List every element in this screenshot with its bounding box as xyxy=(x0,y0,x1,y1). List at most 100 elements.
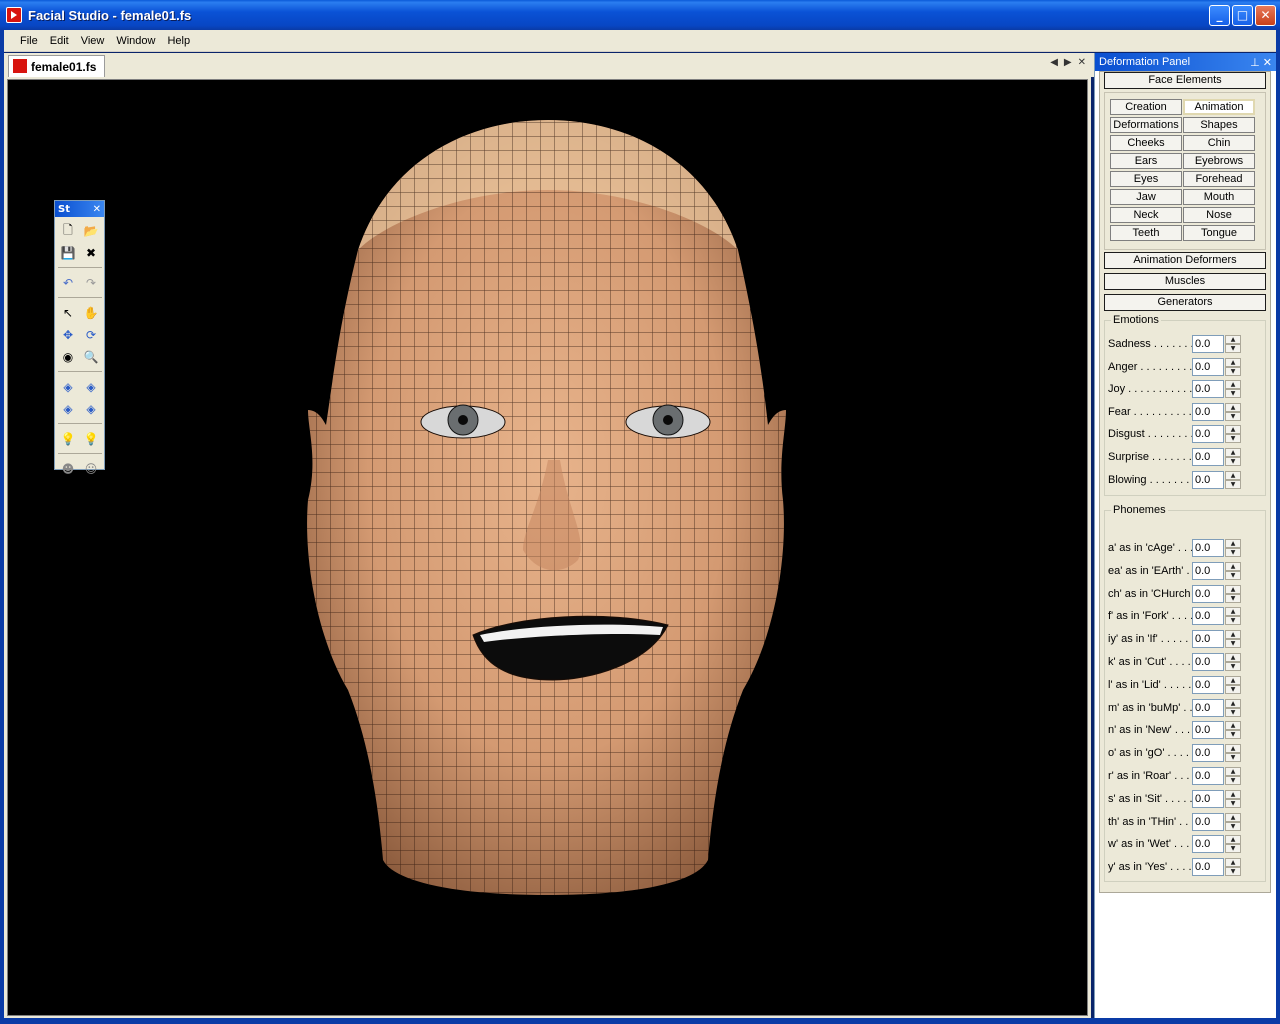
deformations-button[interactable]: Deformations xyxy=(1110,117,1182,133)
spinner[interactable]: ▲ ▼ xyxy=(1225,402,1241,421)
menu-window[interactable]: Window xyxy=(110,35,161,47)
spinner[interactable]: ▲ ▼ xyxy=(1225,653,1241,671)
spinner[interactable]: ▲ ▼ xyxy=(1225,448,1241,466)
head-icon[interactable]: ☻ xyxy=(58,459,78,479)
spinner[interactable]: ▲ ▼ xyxy=(1225,357,1241,376)
spin-down-icon[interactable]: ▼ xyxy=(1225,616,1241,626)
select-arrow-icon[interactable]: ↖ xyxy=(58,303,78,323)
value-field[interactable]: 0.0 xyxy=(1192,653,1224,671)
spin-up-icon[interactable]: ▲ xyxy=(1225,402,1241,412)
spin-down-icon[interactable]: ▼ xyxy=(1225,707,1241,717)
value-field[interactable]: 0.0 xyxy=(1192,675,1224,694)
spinner[interactable]: ▲ ▼ xyxy=(1225,425,1241,444)
jaw-button[interactable]: Jaw xyxy=(1110,189,1182,205)
spinner[interactable]: ▲ ▼ xyxy=(1225,561,1241,580)
spinner[interactable]: ▲ ▼ xyxy=(1225,812,1241,831)
minimize-button[interactable]: _ xyxy=(1209,5,1230,26)
light-alt-icon[interactable]: 💡 xyxy=(81,429,101,449)
view-top-icon[interactable]: ◈ xyxy=(58,399,78,419)
animation-button[interactable]: Animation xyxy=(1183,99,1255,115)
tongue-button[interactable]: Tongue xyxy=(1183,225,1255,241)
chin-button[interactable]: Chin xyxy=(1183,135,1255,151)
spin-up-icon[interactable]: ▲ xyxy=(1225,698,1241,708)
spin-up-icon[interactable]: ▲ xyxy=(1225,607,1241,617)
spin-up-icon[interactable]: ▲ xyxy=(1225,789,1241,799)
menu-file[interactable]: File xyxy=(14,35,44,47)
spin-up-icon[interactable]: ▲ xyxy=(1225,335,1241,344)
value-field[interactable]: 0.0 xyxy=(1192,425,1224,444)
ears-button[interactable]: Ears xyxy=(1110,153,1182,169)
value-field[interactable]: 0.0 xyxy=(1192,470,1224,489)
menu-edit[interactable]: Edit xyxy=(44,35,75,47)
spin-up-icon[interactable]: ▲ xyxy=(1225,812,1241,822)
spinner[interactable]: ▲ ▼ xyxy=(1225,539,1241,557)
value-field[interactable]: 0.0 xyxy=(1192,539,1224,557)
shapes-button[interactable]: Shapes xyxy=(1183,117,1255,133)
panel-titlebar[interactable]: Deformation Panel ⊥ ✕ xyxy=(1095,53,1276,71)
spin-up-icon[interactable]: ▲ xyxy=(1225,767,1241,776)
face-icon[interactable]: ☺ xyxy=(81,459,101,479)
view-front-icon[interactable]: ◈ xyxy=(58,377,78,397)
spin-up-icon[interactable]: ▲ xyxy=(1225,675,1241,685)
value-field[interactable]: 0.0 xyxy=(1192,448,1224,466)
spinner[interactable]: ▲ ▼ xyxy=(1225,630,1241,649)
spin-up-icon[interactable]: ▲ xyxy=(1225,744,1241,754)
spinner[interactable]: ▲ ▼ xyxy=(1225,607,1241,626)
spinner[interactable]: ▲ ▼ xyxy=(1225,584,1241,603)
value-field[interactable]: 0.0 xyxy=(1192,698,1224,717)
mouth-button[interactable]: Mouth xyxy=(1183,189,1255,205)
value-field[interactable]: 0.0 xyxy=(1192,630,1224,649)
spinner[interactable]: ▲ ▼ xyxy=(1225,767,1241,785)
spinner[interactable]: ▲ ▼ xyxy=(1225,335,1241,353)
spin-up-icon[interactable]: ▲ xyxy=(1225,630,1241,640)
tab-next-icon[interactable]: ▶ xyxy=(1064,57,1072,68)
value-field[interactable]: 0.0 xyxy=(1192,789,1224,808)
spin-up-icon[interactable]: ▲ xyxy=(1225,539,1241,548)
forehead-button[interactable]: Forehead xyxy=(1183,171,1255,187)
spin-up-icon[interactable]: ▲ xyxy=(1225,380,1241,390)
muscles-button[interactable]: Muscles xyxy=(1104,273,1266,290)
save-icon[interactable]: 💾 xyxy=(58,243,78,263)
undo-icon[interactable]: ↶ xyxy=(58,273,78,293)
spin-down-icon[interactable]: ▼ xyxy=(1225,570,1241,580)
app-logo-icon[interactable] xyxy=(6,7,22,23)
spinner[interactable]: ▲ ▼ xyxy=(1225,858,1241,877)
floating-toolbar[interactable]: St ✕ 🗋 📂 💾 ✖ ↶ ↷ ↖ ✋ ✥ ⟳ ◉ 🔍 ◈ ◈ ◈ ◈ 💡 💡… xyxy=(54,200,105,476)
spin-up-icon[interactable]: ▲ xyxy=(1225,584,1241,594)
spin-down-icon[interactable]: ▼ xyxy=(1225,434,1241,444)
value-field[interactable]: 0.0 xyxy=(1192,584,1224,603)
eyebrows-button[interactable]: Eyebrows xyxy=(1183,153,1255,169)
close-file-icon[interactable]: ✖ xyxy=(81,243,101,263)
spin-down-icon[interactable]: ▼ xyxy=(1225,776,1241,785)
value-field[interactable]: 0.0 xyxy=(1192,744,1224,763)
spinner[interactable]: ▲ ▼ xyxy=(1225,470,1241,489)
spin-down-icon[interactable]: ▼ xyxy=(1225,548,1241,557)
spinner[interactable]: ▲ ▼ xyxy=(1225,380,1241,399)
spin-up-icon[interactable]: ▲ xyxy=(1225,561,1241,571)
value-field[interactable]: 0.0 xyxy=(1192,607,1224,626)
document-tab[interactable]: female01.fs xyxy=(8,55,106,77)
floating-toolbar-titlebar[interactable]: St ✕ xyxy=(55,201,104,217)
spin-down-icon[interactable]: ▼ xyxy=(1225,411,1241,421)
spin-down-icon[interactable]: ▼ xyxy=(1225,684,1241,694)
zoom-icon[interactable]: 🔍 xyxy=(81,347,101,367)
spin-down-icon[interactable]: ▼ xyxy=(1225,753,1241,763)
spin-down-icon[interactable]: ▼ xyxy=(1225,867,1241,877)
floating-toolbar-close-icon[interactable]: ✕ xyxy=(93,204,101,215)
panel-close-icon[interactable]: ✕ xyxy=(1263,57,1272,69)
teeth-button[interactable]: Teeth xyxy=(1110,225,1182,241)
spin-up-icon[interactable]: ▲ xyxy=(1225,470,1241,480)
value-field[interactable]: 0.0 xyxy=(1192,858,1224,877)
value-field[interactable]: 0.0 xyxy=(1192,561,1224,580)
generators-button[interactable]: Generators xyxy=(1104,294,1266,311)
spin-down-icon[interactable]: ▼ xyxy=(1225,798,1241,808)
spinner[interactable]: ▲ ▼ xyxy=(1225,698,1241,717)
value-field[interactable]: 0.0 xyxy=(1192,380,1224,399)
tab-close-icon[interactable]: ✕ xyxy=(1078,57,1086,68)
neck-button[interactable]: Neck xyxy=(1110,207,1182,223)
eyes-button[interactable]: Eyes xyxy=(1110,171,1182,187)
spin-up-icon[interactable]: ▲ xyxy=(1225,653,1241,662)
spin-down-icon[interactable]: ▼ xyxy=(1225,593,1241,603)
spin-down-icon[interactable]: ▼ xyxy=(1225,479,1241,489)
spin-down-icon[interactable]: ▼ xyxy=(1225,844,1241,854)
